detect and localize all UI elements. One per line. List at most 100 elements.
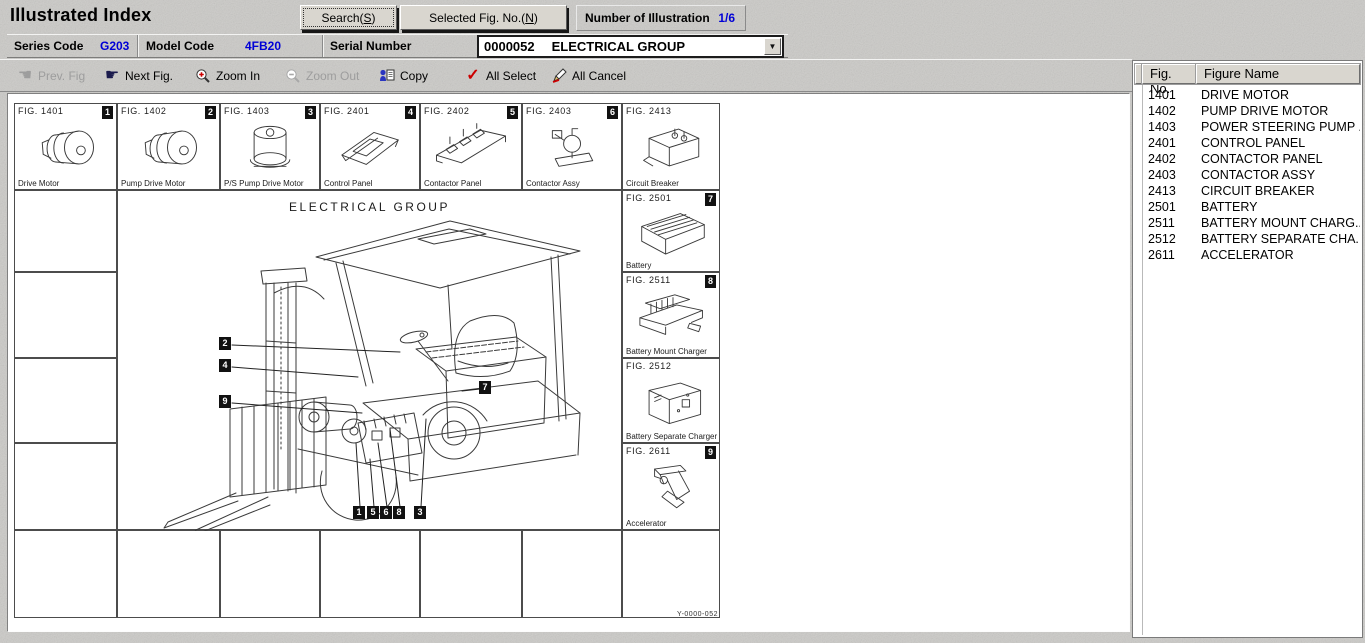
figure-label: FIG. 2512 bbox=[626, 361, 671, 371]
empty-grid-cell bbox=[14, 358, 117, 443]
figure-caption: Battery Separate Charger bbox=[626, 432, 717, 441]
fig-no-cell: 2403 bbox=[1143, 168, 1201, 182]
empty-grid-cell bbox=[14, 190, 117, 272]
figure-thumbnail-2413[interactable]: FIG. 2413 Circuit Breaker bbox=[622, 103, 720, 190]
fig-no-cell: 1403 bbox=[1143, 120, 1201, 134]
figure-name-cell: BATTERY SEPARATE CHA... bbox=[1201, 232, 1360, 246]
figure-table-header: Fig. No. Figure Name bbox=[1135, 64, 1360, 84]
figure-label: FIG. 1403 bbox=[224, 106, 269, 116]
toolbar-button-all-select[interactable]: ✓All Select bbox=[464, 66, 536, 86]
figure-label: FIG. 2402 bbox=[424, 106, 469, 116]
empty-grid-cell bbox=[220, 530, 320, 618]
figure-thumbnail-1401[interactable]: FIG. 14011Drive Motor bbox=[14, 103, 117, 190]
column-header-figure-name[interactable]: Figure Name bbox=[1196, 64, 1360, 84]
page-title: Illustrated Index bbox=[10, 5, 151, 26]
figure-name-cell: CIRCUIT BREAKER bbox=[1201, 184, 1360, 198]
figure-table-row-2402[interactable]: 2402CONTACTOR PANEL bbox=[1143, 151, 1360, 167]
figure-caption: Drive Motor bbox=[18, 179, 59, 188]
toolbar-button-next-fig[interactable]: ☛Next Fig. bbox=[103, 66, 173, 86]
figure-thumbnail-2511[interactable]: FIG. 25118Battery Mount Charger bbox=[622, 272, 720, 358]
figure-table-row-1402[interactable]: 1402PUMP DRIVE MOTOR bbox=[1143, 103, 1360, 119]
toolbar-button-prev-fig[interactable]: ☚Prev. Fig bbox=[16, 66, 85, 86]
figure-thumbnail-drawing bbox=[221, 118, 319, 177]
illustration-count-box: Number of Illustration 1/6 bbox=[576, 5, 746, 31]
divider bbox=[137, 35, 139, 57]
figure-table-row-2501[interactable]: 2501BATTERY bbox=[1143, 199, 1360, 215]
chevron-down-icon[interactable]: ▼ bbox=[764, 38, 781, 55]
column-header-fig-no[interactable]: Fig. No. bbox=[1142, 64, 1196, 84]
figure-thumbnail-2401[interactable]: FIG. 24014Control Panel bbox=[320, 103, 420, 190]
figure-label: FIG. 2413 bbox=[626, 106, 671, 116]
empty-grid-cell bbox=[420, 530, 522, 618]
search-button[interactable]: Search(S) bbox=[300, 5, 397, 30]
figure-thumbnail-1403[interactable]: FIG. 14033P/S Pump Drive Motor bbox=[220, 103, 320, 190]
figure-thumbnail-2402[interactable]: FIG. 24025Contactor Panel bbox=[420, 103, 522, 190]
model-code-value: 4FB20 bbox=[245, 39, 281, 53]
figure-table-row-1401[interactable]: 1401DRIVE MOTOR bbox=[1143, 87, 1360, 103]
figure-table-row-2403[interactable]: 2403CONTACTOR ASSY bbox=[1143, 167, 1360, 183]
figure-table-row-2511[interactable]: 2511BATTERY MOUNT CHARG... bbox=[1143, 215, 1360, 231]
series-code-label: Series Code bbox=[14, 39, 83, 53]
figure-thumbnail-2512[interactable]: FIG. 2512 Battery Separate Charger bbox=[622, 358, 720, 443]
empty-grid-cell bbox=[320, 530, 420, 618]
toolbar-button-label: Next Fig. bbox=[125, 69, 173, 83]
figure-caption: Pump Drive Motor bbox=[121, 179, 185, 188]
drawing-code: Y-0000-052 bbox=[600, 611, 718, 618]
figure-label: FIG. 2501 bbox=[626, 193, 671, 203]
illustration-count-label: Number of Illustration bbox=[585, 11, 710, 25]
callout-badge: 1 bbox=[353, 506, 365, 519]
toolbar-button-zoom-out[interactable]: Zoom Out bbox=[284, 66, 359, 86]
pencil-cancel-icon bbox=[551, 68, 567, 84]
toolbar-button-copy[interactable]: Copy bbox=[378, 66, 428, 86]
group-illustration-cell bbox=[117, 190, 622, 530]
illustrated-index-window: { "window": { "title": "Illustrated Inde… bbox=[0, 0, 1365, 643]
series-code-value: G203 bbox=[100, 39, 129, 53]
toolbar-button-zoom-in[interactable]: Zoom In bbox=[194, 66, 260, 86]
figure-table-row-2611[interactable]: 2611ACCELERATOR bbox=[1143, 247, 1360, 263]
callout-badge: 2 bbox=[219, 337, 231, 350]
selected-fig-no-button[interactable]: Selected Fig. No.(N) bbox=[400, 5, 567, 30]
callout-badge: 7 bbox=[479, 381, 491, 394]
figure-table-row-2512[interactable]: 2512BATTERY SEPARATE CHA... bbox=[1143, 231, 1360, 247]
figure-name-cell: CONTROL PANEL bbox=[1201, 136, 1360, 150]
toolbar: ☚Prev. Fig ☛Next Fig. Zoom In Zoom Out Copy ✓… bbox=[0, 59, 1132, 92]
figure-thumbnail-drawing bbox=[15, 118, 116, 177]
serial-number-label: Serial Number bbox=[330, 39, 411, 53]
toolbar-button-label: All Cancel bbox=[572, 69, 626, 83]
figure-thumbnail-drawing bbox=[623, 373, 719, 430]
fig-no-cell: 1401 bbox=[1143, 88, 1201, 102]
illustration-group-select[interactable]: 0000052 ELECTRICAL GROUP ▼ bbox=[477, 35, 784, 58]
figure-caption: Circuit Breaker bbox=[626, 179, 679, 188]
group-code: 0000052 bbox=[484, 39, 535, 54]
figure-thumbnail-1402[interactable]: FIG. 14022Pump Drive Motor bbox=[117, 103, 220, 190]
figure-name-cell: ACCELERATOR bbox=[1201, 248, 1360, 262]
model-code-label: Model Code bbox=[146, 39, 214, 53]
divider bbox=[322, 35, 324, 57]
callout-badge: 5 bbox=[367, 506, 379, 519]
figure-thumbnail-2501[interactable]: FIG. 25017Battery bbox=[622, 190, 720, 272]
figure-label: FIG. 1402 bbox=[121, 106, 166, 116]
copy-icon bbox=[379, 68, 396, 84]
figure-thumbnail-drawing bbox=[523, 118, 621, 177]
figure-table-row-1403[interactable]: 1403POWER STEERING PUMP ... bbox=[1143, 119, 1360, 135]
figure-thumbnail-2611[interactable]: FIG. 26119Accelerator bbox=[622, 443, 720, 530]
toolbar-button-all-cancel[interactable]: All Cancel bbox=[550, 66, 626, 86]
fig-no-cell: 2402 bbox=[1143, 152, 1201, 166]
figure-table-row-2401[interactable]: 2401CONTROL PANEL bbox=[1143, 135, 1360, 151]
callout-badge: 6 bbox=[380, 506, 392, 519]
figure-label: FIG. 2401 bbox=[324, 106, 369, 116]
figure-caption: Accelerator bbox=[626, 519, 666, 528]
figure-table-row-2413[interactable]: 2413CIRCUIT BREAKER bbox=[1143, 183, 1360, 199]
figure-thumbnail-drawing bbox=[623, 118, 719, 177]
empty-grid-cell bbox=[14, 443, 117, 530]
forklift-illustration bbox=[118, 191, 623, 531]
figure-thumbnail-drawing bbox=[321, 118, 419, 177]
fig-no-cell: 2511 bbox=[1143, 216, 1201, 230]
empty-grid-cell bbox=[14, 530, 117, 618]
figure-label: FIG. 2511 bbox=[626, 275, 671, 285]
callout-badge: 4 bbox=[219, 359, 231, 372]
figure-thumbnail-2403[interactable]: FIG. 24036Contactor Assy bbox=[522, 103, 622, 190]
fig-no-cell: 1402 bbox=[1143, 104, 1201, 118]
hand-left-icon: ☚ bbox=[18, 68, 32, 84]
fig-no-cell: 2611 bbox=[1143, 248, 1201, 262]
